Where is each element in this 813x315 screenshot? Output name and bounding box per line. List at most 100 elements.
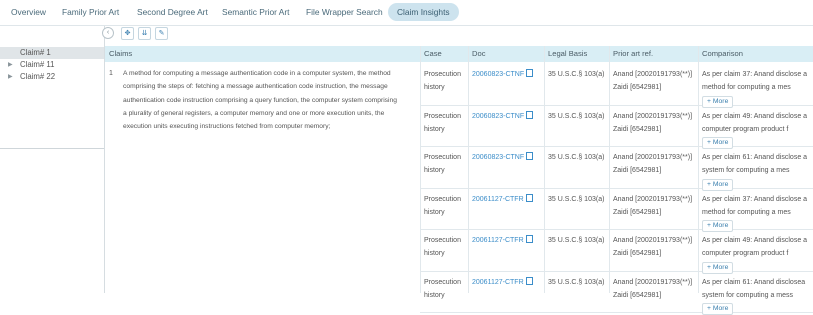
prior-art-ref: Zaidi [6542981] [613,247,692,260]
doc-link-text[interactable]: 20060823-CTNF [472,113,524,120]
document-icon[interactable] [526,235,533,243]
comparison-text: As per claim 37: Anand disclose a [702,193,813,206]
tab-bar: Overview Family Prior Art Second Degree … [0,0,813,26]
comparison-text: computer program product f [702,247,813,260]
doc-link[interactable]: 20060823-CTNF [472,68,533,81]
comparison-cell: As per claim 37: Anand disclose amethod … [702,193,813,233]
table-row: Prosecutionhistory20060823-CTNF35 U.S.C.… [420,146,813,189]
tree-item-label: Claim# 11 [20,59,55,71]
tab-claim-insights[interactable]: Claim Insights [388,3,459,21]
prior-art-ref: Zaidi [6542981] [613,206,692,219]
legal-basis-cell: 35 U.S.C.§ 103(a) [548,110,604,123]
doc-link[interactable]: 20061127-CTFR [472,234,533,247]
claims-table: Claims Case Doc Legal Basis Prior art re… [105,46,813,293]
header-legal-basis[interactable]: Legal Basis [544,46,609,62]
prior-art-ref: Zaidi [6542981] [613,81,692,94]
expand-arrow-icon[interactable]: ▶ [8,71,13,83]
doc-link-text[interactable]: 20061127-CTFR [472,279,524,286]
prior-art-cell: Anand [20020191793(**)]Zaidi [6542981] [613,68,692,95]
header-prior-art[interactable]: Prior art ref. [609,46,698,62]
comparison-text: system for computing a mes [702,164,813,177]
tab-file-wrapper-search[interactable]: File Wrapper Search [297,3,392,21]
case-text: Prosecution [424,276,469,289]
legal-basis-cell: 35 U.S.C.§ 103(a) [548,276,604,289]
case-text: Prosecution [424,110,469,123]
prior-art-ref: Anand [20020191793(**)] [613,234,692,247]
document-icon[interactable] [526,277,533,285]
table-row: Prosecutionhistory20061127-CTFR 35 U.S.C.… [420,271,813,314]
comparison-text: method for computing a mes [702,206,813,219]
comparison-text: As per claim 61: Anand disclosea [702,276,813,289]
comparison-text: method for computing a mes [702,81,813,94]
case-text: history [424,289,469,302]
prior-art-ref: Zaidi [6542981] [613,289,692,302]
header-doc[interactable]: Doc [468,46,544,62]
table-row: Prosecutionhistory20061127-CTFR 35 U.S.C.… [420,229,813,272]
doc-link-text[interactable]: 20060823-CTNF [472,71,524,78]
header-claims[interactable]: Claims [105,46,420,62]
prior-art-ref: Anand [20020191793(**)] [613,276,692,289]
document-icon[interactable] [526,194,533,202]
case-text: Prosecution [424,234,469,247]
doc-link[interactable]: 20061127-CTFR [472,193,533,206]
comparison-text: As per claim 49: Anand disclose a [702,234,813,247]
edit-icon[interactable]: ✎ [155,27,168,40]
case-text: history [424,247,469,260]
document-icon[interactable] [526,111,533,119]
header-comparison[interactable]: Comparison [698,46,813,62]
table-row: Prosecutionhistory20060823-CTNF 35 U.S.C.… [420,105,813,148]
collapse-panel-button[interactable]: ‹ [102,27,114,39]
doc-link[interactable]: 20060823-CTNF [472,110,533,123]
legal-basis-cell: 35 U.S.C.§ 103(a) [548,234,604,247]
document-icon[interactable] [526,69,533,77]
tree-item-claim-11[interactable]: ▶ Claim# 11 [0,59,104,71]
case-text: Prosecution [424,151,469,164]
prior-art-ref: Anand [20020191793(**)] [613,193,692,206]
claim-line: execution units executing instructions f… [123,120,419,133]
prior-art-cell: Anand [20020191793(**)]Zaidi [6542981] [613,234,692,261]
tab-second-degree-art[interactable]: Second Degree Art [128,3,217,21]
doc-link[interactable]: 20060823-CTNF [472,151,533,164]
prior-art-ref: Zaidi [6542981] [613,164,692,177]
case-cell: Prosecutionhistory [424,151,469,178]
document-icon[interactable] [526,152,533,160]
tree-divider [0,148,104,149]
tree-item-claim-1[interactable]: Claim# 1 [0,47,104,59]
tree-item-label: Claim# 1 [20,47,51,59]
comparison-text: As per claim 61: Anand disclose a [702,151,813,164]
claim-number: 1 [109,67,113,80]
prior-art-cell: Anand [20020191793(**)]Zaidi [6542981] [613,193,692,220]
tab-semantic-prior-art[interactable]: Semantic Prior Art [213,3,299,21]
doc-link[interactable]: 20061127-CTFR [472,276,533,289]
doc-link-text[interactable]: 20061127-CTFR [472,237,524,244]
legal-basis-cell: 35 U.S.C.§ 103(a) [548,68,604,81]
doc-link-text[interactable]: 20061127-CTFR [472,196,524,203]
table-row: Prosecutionhistory20060823-CTNF 35 U.S.C.… [420,63,813,106]
comparison-cell: As per claim 37: Anand disclose amethod … [702,68,813,108]
comparison-cell: As per claim 61: Anand disclose asystem … [702,151,813,191]
case-text: history [424,81,469,94]
prior-art-ref: Anand [20020191793(**)] [613,110,692,123]
tree-item-claim-22[interactable]: ▶ Claim# 22 [0,71,104,83]
case-text: history [424,123,469,136]
comparison-cell: As per claim 49: Anand disclose acompute… [702,110,813,150]
more-button[interactable]: + More [702,303,733,315]
expand-all-icon[interactable]: ✥ [121,27,134,40]
claim-line: comprising the steps of: fetching a mess… [123,80,419,93]
header-case[interactable]: Case [420,46,468,62]
prior-art-cell: Anand [20020191793(**)]Zaidi [6542981] [613,276,692,303]
case-cell: Prosecutionhistory [424,193,469,220]
tab-overview[interactable]: Overview [2,3,55,21]
table-header: Claims Case Doc Legal Basis Prior art re… [105,46,813,62]
case-text: history [424,164,469,177]
claim-text: A method for computing a message authent… [123,67,419,133]
prior-art-cell: Anand [20020191793(**)]Zaidi [6542981] [613,151,692,178]
claim-tree: Claim# 1 ▶ Claim# 11 ▶ Claim# 22 [0,47,104,83]
case-text: Prosecution [424,68,469,81]
tab-family-prior-art[interactable]: Family Prior Art [53,3,128,21]
sort-down-icon[interactable]: ⇊ [138,27,151,40]
expand-arrow-icon[interactable]: ▶ [8,59,13,71]
case-text: history [424,206,469,219]
comparison-text: computer program product f [702,123,813,136]
doc-link-text[interactable]: 20060823-CTNF [472,154,524,161]
